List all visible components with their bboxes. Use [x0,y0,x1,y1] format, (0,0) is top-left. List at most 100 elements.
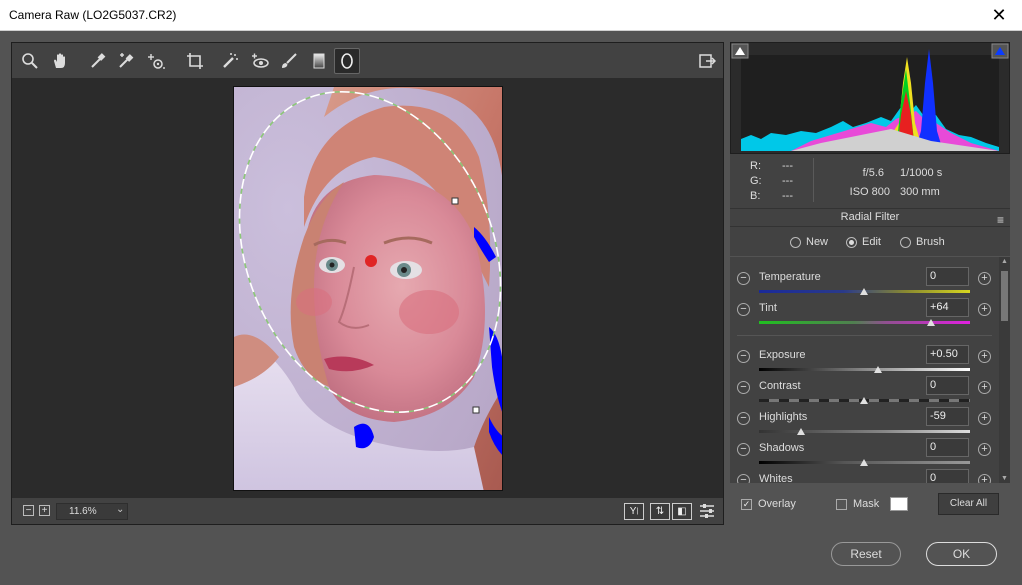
spot-removal-tool-icon[interactable] [217,48,243,74]
zoom-level-value: 11.6% [69,506,97,517]
tint-value-field[interactable]: +64 [926,298,969,317]
tint-thumb[interactable] [927,319,935,326]
highlights-track[interactable] [759,430,970,433]
tint-increase-icon[interactable]: + [978,303,991,316]
shadows-label: Shadows [759,442,805,454]
mask-label: Mask [853,498,880,510]
mask-checkbox[interactable]: Mask [836,498,879,510]
highlight-clipping-warning-icon[interactable] [991,43,1009,59]
close-window-button[interactable]: ✕ [976,0,1022,31]
mode-brush-label: Brush [916,236,945,248]
red-eye-removal-tool-icon[interactable] [247,48,273,74]
targeted-adjustment-tool-icon[interactable] [143,48,169,74]
mode-selector: New Edit Brush [730,226,1010,256]
slider-whites: − Whites 0 + [730,467,999,483]
reset-button[interactable]: Reset [831,542,901,566]
zoom-in-button[interactable]: + [39,505,50,516]
overlay-check-icon: ✓ [741,498,752,510]
zoom-tool-icon[interactable] [17,48,43,74]
exposure-info: f/5.6 1/1000 s ISO 800 300 mm [848,164,943,202]
histogram [730,42,1010,154]
camera-info-panel: R: --- G: --- B: --- f/5.6 1/1000 s ISO 800 3… [730,154,1010,208]
highlights-value-field[interactable]: -59 [926,407,969,426]
copy-settings-icon[interactable]: ◧ [672,503,692,520]
hand-tool-icon[interactable] [47,48,73,74]
tint-decrease-icon[interactable]: − [737,303,750,316]
radio-new-icon [790,236,801,248]
exposure-thumb[interactable] [874,366,882,373]
exposure-value-field[interactable]: +0.50 [926,345,969,364]
scroll-up-icon[interactable]: ▲ [1001,258,1008,265]
mode-edit-label: Edit [862,236,881,248]
overlay-checkbox[interactable]: ✓ Overlay [741,498,796,510]
window-title: Camera Raw (LO2G5037.CR2) [9,8,177,22]
contrast-label: Contrast [759,380,801,392]
color-sampler-tool-icon[interactable] [113,48,139,74]
radial-filter-icon[interactable] [334,48,360,74]
mode-new-label: New [806,236,829,248]
temperature-thumb[interactable] [860,288,868,295]
tools-toolbar [12,43,723,78]
adjustment-brush-icon[interactable] [276,48,302,74]
title-bar: Camera Raw (LO2G5037.CR2) ✕ [0,0,1022,31]
b-label: B: [750,190,761,202]
toggle-defaults-icon[interactable] [694,498,720,524]
highlights-label: Highlights [759,411,808,423]
scrollbar-thumb[interactable] [1001,271,1008,321]
whites-decrease-icon[interactable]: − [737,474,750,483]
aperture: f/5.6 [862,167,884,179]
whites-label: Whites [759,473,793,483]
contrast-decrease-icon[interactable]: − [737,381,750,394]
contrast-thumb[interactable] [860,397,868,404]
zoom-out-button[interactable]: − [23,505,34,516]
slider-contrast: − Contrast 0 + [730,374,999,405]
tint-track[interactable] [759,321,970,324]
contrast-value-field[interactable]: 0 [926,376,969,395]
b-value: --- [782,190,793,202]
slider-temperature: − Temperature 0 + [730,265,999,296]
g-value: --- [782,175,793,187]
adjustment-sliders: − Temperature 0 + − Tint +64 + − Exposur… [730,257,999,483]
ok-button[interactable]: OK [926,542,997,566]
highlights-increase-icon[interactable]: + [978,412,991,425]
graduated-filter-icon[interactable] [306,48,332,74]
exposure-label: Exposure [759,349,806,361]
shadow-clipping-warning-icon[interactable] [731,43,749,59]
shadows-decrease-icon[interactable]: − [737,443,750,456]
photo-preview[interactable] [233,86,503,491]
white-balance-tool-icon[interactable] [85,48,111,74]
temperature-value-field[interactable]: 0 [926,267,969,286]
whites-increase-icon[interactable]: + [978,474,991,483]
shadows-value-field[interactable]: 0 [926,438,969,457]
scroll-down-icon[interactable]: ▼ [1001,475,1008,482]
zoom-dropdown-icon[interactable]: ⌄ [116,504,124,515]
shadows-increase-icon[interactable]: + [978,443,991,456]
exposure-decrease-icon[interactable]: − [737,350,750,363]
before-after-view-icon[interactable]: Y | [624,503,644,520]
mode-edit-radio[interactable]: Edit [846,236,881,248]
clear-all-button[interactable]: Clear All [938,493,999,515]
radio-edit-icon [846,236,857,248]
highlights-thumb[interactable] [797,428,805,435]
temperature-increase-icon[interactable]: + [978,272,991,285]
temperature-label: Temperature [759,271,821,283]
shutter-speed: 1/1000 s [900,167,943,179]
sliders-scrollbar[interactable]: ▲ ▼ [999,257,1010,483]
section-divider [737,335,992,336]
exposure-increase-icon[interactable]: + [978,350,991,363]
mask-color-swatch[interactable] [890,497,908,511]
mode-new-radio[interactable]: New [790,236,828,248]
whites-value-field[interactable]: 0 [926,469,969,483]
temperature-decrease-icon[interactable]: − [737,272,750,285]
rgb-readout: R: --- G: --- B: --- [750,159,814,204]
highlights-decrease-icon[interactable]: − [737,412,750,425]
shadows-thumb[interactable] [860,459,868,466]
exposure-track[interactable] [759,368,970,371]
mask-check-icon [836,498,847,510]
contrast-increase-icon[interactable]: + [978,381,991,394]
preferences-export-icon[interactable] [694,48,720,74]
swap-settings-icon[interactable]: ⇅ [650,503,670,520]
crop-tool-icon[interactable] [182,48,208,74]
panel-title: Radial Filter [840,211,900,223]
mode-brush-radio[interactable]: Brush [900,236,945,248]
